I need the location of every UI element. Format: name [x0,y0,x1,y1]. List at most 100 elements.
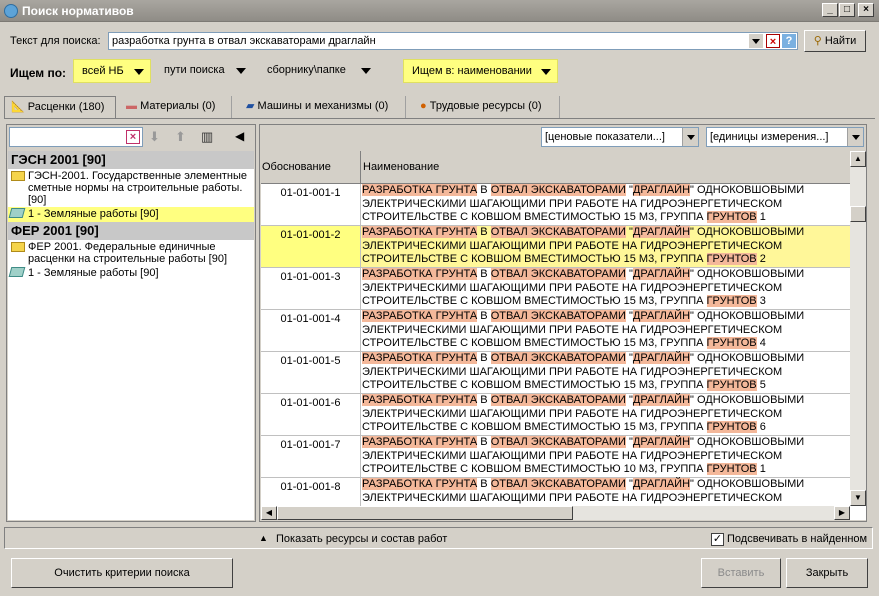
row-text: В [477,478,491,490]
match-highlight: ДРАГЛАЙН [632,184,691,196]
clear-criteria-button[interactable]: Очистить критерии поиска [11,558,233,588]
match-highlight: ДРАГЛАЙН [632,310,691,322]
table-row[interactable]: 01-01-001-4 РАЗРАБОТКА ГРУНТА В ОТВАЛ ЭКС… [261,310,850,352]
book-icon[interactable]: ▥ [201,129,213,145]
units-combo[interactable]: [единицы измерения...] [706,127,864,147]
tree-filter-input[interactable]: × [9,127,143,147]
scroll-up-button[interactable]: ▲ [850,151,866,167]
paths-dropdown[interactable]: пути поиска [156,59,252,83]
close-button[interactable]: Закрыть [786,558,868,588]
collection-dropdown[interactable]: сборнику\папке [259,59,377,83]
match-highlight: РАЗРАБОТКА ГРУНТА [362,226,478,238]
scroll-left-button[interactable]: ◀ [261,506,277,520]
bricks-icon: ▬ [126,100,137,112]
collapse-left-icon[interactable]: ◀ [235,129,244,143]
help-icon[interactable]: ? [782,34,796,48]
row-text: СТРОИТЕЛЬСТВЕ С КОВШОМ ВМЕСТИМОСТЬЮ 15 М… [362,379,707,391]
table-row[interactable]: 01-01-001-7 РАЗРАБОТКА ГРУНТА В ОТВАЛ ЭКС… [261,436,850,478]
chevron-up-icon[interactable]: ▲ [259,533,268,543]
row-text: " [625,394,633,406]
tree-folder-fer[interactable]: ФЕР 2001. Федеральные единичные расценки… [8,240,254,266]
row-text: " ОДНОКОВШОВЫМИ [690,226,805,238]
scroll-right-button[interactable]: ▶ [834,506,850,520]
row-text: " [625,310,633,322]
row-code: 01-01-001-1 [261,184,361,225]
insert-button[interactable]: Вставить [701,558,781,588]
arrow-up-icon[interactable]: ⬆ [175,129,186,145]
match-highlight: РАЗРАБОТКА ГРУНТА [362,310,478,322]
match-highlight: ДРАГЛАЙН [632,394,691,406]
match-highlight: ГРУНТОВ [706,253,757,265]
match-highlight: ГРУНТОВ [706,463,757,475]
tab-labor[interactable]: ● Трудовые ресурсы (0) [414,96,560,118]
row-text: ЭЛЕКТРИЧЕСКИМИ ШАГАЮЩИМИ ПРИ РАБОТЕ НА Г… [362,449,783,462]
clear-icon[interactable]: × [766,34,780,48]
scroll-down-button[interactable]: ▼ [850,490,866,506]
ruler-icon: 📐 [11,101,25,113]
row-text: " ОДНОКОВШОВЫМИ [690,184,805,196]
tab-materials-label: Материалы (0) [140,100,216,112]
row-name: РАЗРАБОТКА ГРУНТА В ОТВАЛ ЭКСКАВАТОРАМИ … [361,226,850,267]
minimize-button[interactable]: _ [822,3,838,17]
close-window-button[interactable]: × [858,3,874,17]
tree-folder-gesn[interactable]: ГЭСН-2001. Государственные элементные см… [8,169,254,207]
nb-dropdown[interactable]: всей НБ [73,59,151,83]
search-input[interactable]: разработка грунта в отвал экскаваторами … [108,32,798,50]
tree-group-fer[interactable]: ФЕР 2001 [90] [8,222,254,240]
table-row[interactable]: 01-01-001-2 РАЗРАБОТКА ГРУНТА В ОТВАЛ ЭКС… [261,226,850,268]
clear-filter-icon[interactable]: × [126,130,140,144]
match-highlight: ДРАГЛАЙН [632,436,691,448]
tab-rates[interactable]: 📐 Расценки (180) [4,96,116,118]
match-highlight: ГРУНТОВ [706,211,757,223]
maximize-button[interactable]: □ [839,3,855,17]
col-header-code[interactable]: Обоснование [261,151,361,184]
row-text: " ОДНОКОВШОВЫМИ [690,394,805,406]
match-highlight: ОТВАЛ ЭКСКАВАТОРАМИ [490,394,626,406]
row-text: " [625,184,633,196]
chevron-down-icon[interactable] [847,128,863,146]
vertical-scrollbar[interactable]: ▲ ▼ [850,151,866,506]
find-button[interactable]: ⚲ Найти [804,30,866,52]
match-highlight: ГРУНТОВ [706,379,757,391]
table-row[interactable]: 01-01-001-1 РАЗРАБОТКА ГРУНТА В ОТВАЛ ЭКС… [261,184,850,226]
row-text: ЭЛЕКТРИЧЕСКИМИ ШАГАЮЩИМИ ПРИ РАБОТЕ НА Г… [362,407,783,420]
tab-machines[interactable]: ▰ Машины и механизмы (0) [240,96,406,118]
table-row[interactable]: 01-01-001-8 РАЗРАБОТКА ГРУНТА В ОТВАЛ ЭКС… [261,478,850,506]
horizontal-scrollbar[interactable]: ◀ ▶ [261,506,850,520]
row-text: В [477,226,491,238]
match-highlight: ДРАГЛАЙН [632,478,691,490]
table-row[interactable]: 01-01-001-3 РАЗРАБОТКА ГРУНТА В ОТВАЛ ЭКС… [261,268,850,310]
match-highlight: ДРАГЛАЙН [632,268,691,280]
tree-list: ГЭСН 2001 [90] ГЭСН-2001. Государственны… [8,151,254,520]
tree-item-gesn-earthwork[interactable]: 1 - Земляные работы [90] [8,207,254,222]
tab-materials[interactable]: ▬ Материалы (0) [120,96,232,118]
row-text: " [625,226,633,238]
table-row[interactable]: 01-01-001-5 РАЗРАБОТКА ГРУНТА В ОТВАЛ ЭКС… [261,352,850,394]
row-text: ЭЛЕКТРИЧЕСКИМИ ШАГАЮЩИМИ ПРИ РАБОТЕ НА Г… [362,323,783,336]
tree-group-gesn[interactable]: ГЭСН 2001 [90] [8,151,254,169]
arrow-down-icon[interactable]: ⬇ [149,129,160,145]
row-text: ЭЛЕКТРИЧЕСКИМИ ШАГАЮЩИМИ ПРИ РАБОТЕ НА Г… [362,239,783,252]
row-text: В [477,184,491,196]
table-row[interactable]: 01-01-001-6 РАЗРАБОТКА ГРУНТА В ОТВАЛ ЭКС… [261,394,850,436]
row-name: РАЗРАБОТКА ГРУНТА В ОТВАЛ ЭКСКАВАТОРАМИ … [361,310,850,351]
tab-labor-label: Трудовые ресурсы (0) [429,100,542,112]
match-highlight: РАЗРАБОТКА ГРУНТА [362,352,478,364]
price-indicators-combo[interactable]: [ценовые показатели...] [541,127,699,147]
h-scroll-thumb[interactable] [277,506,573,520]
scroll-thumb[interactable] [850,206,866,222]
tree-panel: × ⬇ ⬆ ▥ ◀ ГЭСН 2001 [90] ГЭСН-2001. Госу… [6,124,256,522]
tree-item-fer-earthwork[interactable]: 1 - Земляные работы [90] [8,266,254,281]
highlight-checkbox[interactable]: ✓ [711,533,724,546]
col-header-name[interactable]: Наименование [362,151,850,184]
chevron-down-icon[interactable] [682,128,698,146]
row-text: " [625,352,633,364]
results-grid: Обоснование Наименование 01-01-001-1 РАЗР… [261,151,866,520]
match-highlight: ОТВАЛ ЭКСКАВАТОРАМИ [490,268,626,280]
row-name: РАЗРАБОТКА ГРУНТА В ОТВАЛ ЭКСКАВАТОРАМИ … [361,184,850,225]
match-highlight: ОТВАЛ ЭКСКАВАТОРАМИ [490,436,626,448]
show-resources-link[interactable]: Показать ресурсы и состав работ [276,533,447,545]
search-in-dropdown[interactable]: Ищем в: наименовании [403,59,558,83]
grid-rows: 01-01-001-1 РАЗРАБОТКА ГРУНТА В ОТВАЛ ЭКС… [261,184,850,506]
dropdown-icon[interactable] [749,34,763,48]
